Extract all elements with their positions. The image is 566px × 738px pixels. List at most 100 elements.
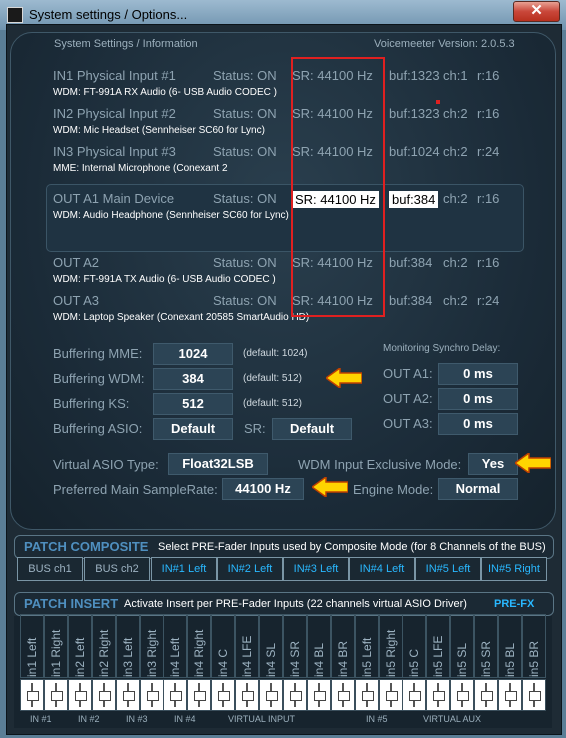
wdm-exclusive-label: WDM Input Exclusive Mode: (298, 457, 462, 472)
monitor-out-a1-value[interactable]: 0 ms (438, 363, 518, 385)
app-icon (7, 7, 23, 23)
wdm-exclusive-value[interactable]: Yes (468, 453, 518, 475)
monitor-out-a2-value[interactable]: 0 ms (438, 388, 518, 410)
composite-button[interactable]: IN#1 Left (151, 557, 217, 581)
device-channels: ch:2 (443, 106, 468, 121)
device-buffer: buf:1323 (389, 106, 440, 121)
patch-composite-title: PATCH COMPOSITE (24, 539, 149, 554)
device-buffer: buf:1323 (389, 68, 440, 83)
insert-channel-label: in4 SL (259, 614, 283, 678)
asio-sr-value[interactable]: Default (272, 418, 352, 440)
insert-toggle[interactable] (211, 679, 236, 711)
monitoring-title: Monitoring Synchro Delay: (383, 343, 501, 354)
composite-button[interactable]: BUS ch2 (84, 557, 150, 581)
insert-toggle[interactable] (163, 679, 188, 711)
insert-group-label: IN #3 (126, 714, 148, 724)
engine-mode-value[interactable]: Normal (438, 478, 518, 500)
insert-toggle[interactable] (426, 679, 451, 711)
device-channels: ch:2 (443, 191, 468, 206)
insert-channel-label: in5 SR (474, 614, 499, 678)
insert-group-label: IN #2 (78, 714, 100, 724)
patch-insert-title: PATCH INSERT (24, 596, 119, 611)
insert-channel-label: in4 BL (306, 614, 331, 678)
buffering-asio-value[interactable]: Default (153, 418, 233, 440)
device-driver: WDM: FT-991A TX Audio (6- USB Audio CODE… (53, 274, 276, 285)
annotation-red-dot (436, 100, 440, 104)
device-resolution: r:24 (477, 293, 500, 308)
monitor-out-a2-label: OUT A2: (383, 391, 433, 406)
composite-button[interactable]: IN#5 Right (481, 557, 547, 581)
device-channels: ch:2 (443, 255, 468, 270)
buffering-mme-value[interactable]: 1024 (153, 343, 233, 365)
insert-group-label: VIRTUAL AUX (423, 714, 482, 724)
insert-channel-label: in4 SR (282, 614, 307, 678)
composite-button[interactable]: IN#2 Left (217, 557, 283, 581)
device-driver: WDM: Audio Headphone (Sennheiser SC60 fo… (53, 210, 289, 221)
insert-channel-label: in5 BR (521, 614, 546, 678)
insert-toggle[interactable] (139, 679, 164, 711)
insert-toggle[interactable] (20, 679, 44, 711)
insert-channel-label: in5 SL (450, 614, 475, 678)
virtual-asio-type-label: Virtual ASIO Type: (53, 457, 159, 472)
close-button[interactable]: ✕ (513, 1, 560, 22)
insert-toggle[interactable] (330, 679, 355, 711)
insert-channel-label: in5 Left (354, 614, 379, 678)
insert-toggle[interactable] (402, 679, 427, 711)
device-resolution: r:16 (477, 106, 500, 121)
insert-toggle[interactable] (67, 679, 92, 711)
device-buffer: buf:384 (389, 293, 433, 308)
device-status: Status: ON (213, 106, 277, 121)
device-name: OUT A3 (53, 293, 100, 308)
insert-toggle[interactable] (91, 679, 116, 711)
annotation-arrow-icon (326, 368, 362, 388)
insert-group-label: VIRTUAL INPUT (228, 714, 296, 724)
insert-toggle[interactable] (450, 679, 475, 711)
insert-toggle[interactable] (282, 679, 307, 711)
insert-toggle[interactable] (354, 679, 379, 711)
samplerate-value[interactable]: 44100 Hz (222, 478, 304, 500)
virtual-asio-type-value[interactable]: Float32LSB (168, 453, 268, 475)
device-driver: WDM: FT-991A RX Audio (6- USB Audio CODE… (53, 87, 277, 98)
insert-toggle[interactable] (306, 679, 331, 711)
composite-button[interactable]: BUS ch1 (17, 557, 83, 581)
annotation-red-rectangle (291, 57, 385, 317)
buffering-wdm-value[interactable]: 384 (153, 368, 233, 390)
insert-toggle[interactable] (235, 679, 260, 711)
device-name: IN1 Physical Input #1 (53, 68, 176, 83)
buffering-asio-label: Buffering ASIO: (53, 421, 143, 436)
composite-button[interactable]: IN#5 Left (415, 557, 481, 581)
buffering-ks-value[interactable]: 512 (153, 393, 233, 415)
insert-toggle[interactable] (187, 679, 212, 711)
insert-toggle[interactable] (474, 679, 499, 711)
insert-channel-label: in5 LFE (426, 614, 451, 678)
insert-group-label: IN #5 (366, 714, 388, 724)
device-buffer: buf:384 (389, 191, 439, 208)
insert-toggle[interactable] (259, 679, 283, 711)
panel-header-title: System Settings / Information (54, 38, 198, 50)
window-title: System settings / Options... (29, 7, 188, 22)
buffering-wdm-label: Buffering WDM: (53, 371, 145, 386)
device-channels: ch:1 (443, 68, 468, 83)
buffering-wdm-default: (default: 512) (243, 373, 302, 384)
pre-fx-label: PRE-FX (494, 598, 535, 610)
samplerate-label: Preferred Main SampleRate: (53, 482, 218, 497)
composite-button[interactable]: IN#3 Left (283, 557, 349, 581)
insert-toggle[interactable] (498, 679, 522, 711)
device-buffer: buf:384 (389, 255, 433, 270)
insert-toggle[interactable] (43, 679, 68, 711)
insert-toggle[interactable] (115, 679, 140, 711)
insert-toggle[interactable] (521, 679, 546, 711)
device-resolution: r:16 (477, 255, 500, 270)
insert-group-label: IN #1 (30, 714, 52, 724)
device-buffer: buf:1024 (389, 144, 440, 159)
monitor-out-a3-value[interactable]: 0 ms (438, 413, 518, 435)
buffering-mme-label: Buffering MME: (53, 346, 143, 361)
insert-channel-label: in4 Right (187, 614, 212, 678)
insert-toggle[interactable] (378, 679, 403, 711)
device-status: Status: ON (213, 191, 277, 206)
device-name: OUT A1 Main Device (53, 191, 175, 206)
device-status: Status: ON (213, 68, 277, 83)
device-channels: ch:2 (443, 144, 468, 159)
composite-button[interactable]: IN#4 Left (349, 557, 415, 581)
buffering-ks-default: (default: 512) (243, 398, 302, 409)
